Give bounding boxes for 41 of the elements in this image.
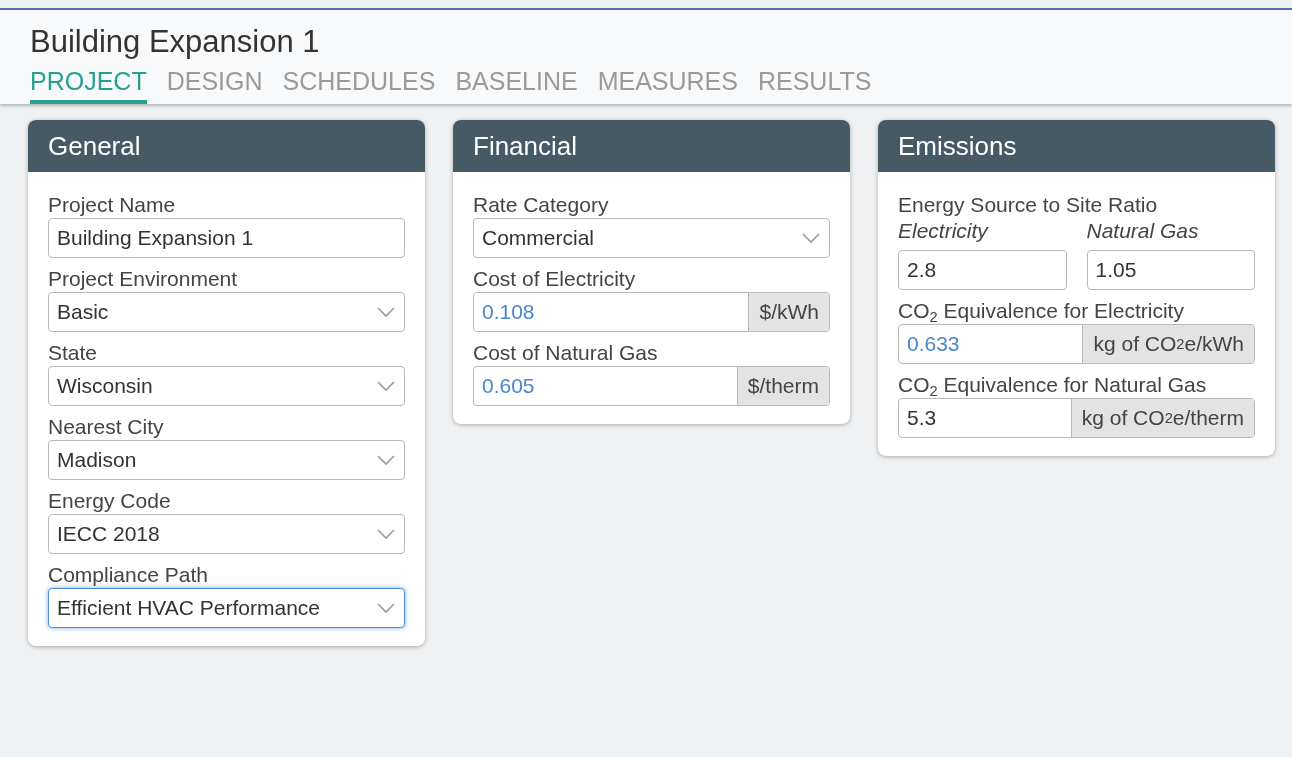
field-label: CO$_{2}$ Equivalence for Natural Gas <box>898 372 1208 398</box>
chevron-down-icon <box>376 454 396 466</box>
panel-title: Emissions <box>878 120 1275 172</box>
field-label: State <box>48 340 99 366</box>
field-label: Compliance Path <box>48 562 209 588</box>
number-field[interactable]: 0.108 $/kWh <box>473 292 830 332</box>
chevron-down-icon <box>376 528 396 540</box>
field-label: Energy Code <box>48 488 172 514</box>
chevron-down-icon <box>376 602 396 614</box>
project-title: Building Expansion 1 <box>30 24 321 60</box>
field-label: Energy Source to Site Ratio <box>898 192 1159 218</box>
select-field[interactable]: IECC 2018 <box>48 514 405 554</box>
field-label: Rate Category <box>473 192 610 218</box>
number-field[interactable]: 2.8 <box>898 250 1067 290</box>
field-label: Nearest City <box>48 414 165 440</box>
chevron-down-icon <box>376 380 396 392</box>
chevron-down-icon <box>376 306 396 318</box>
field-label: Cost of Electricity <box>473 266 637 292</box>
select-field[interactable]: Basic <box>48 292 405 332</box>
field-value: 5.3 <box>906 405 938 431</box>
sub-label: Electricity <box>898 218 990 244</box>
unit-label: $/kWh <box>748 293 829 331</box>
unit-label: $/therm <box>736 367 829 405</box>
field-value: 0.633 <box>906 331 961 357</box>
field-label: Project Environment <box>48 266 239 292</box>
select-field[interactable]: Efficient HVAC Performance <box>48 588 405 628</box>
text-field[interactable]: Building Expansion 1 <box>48 218 405 258</box>
number-field[interactable]: 1.05 <box>1086 250 1255 290</box>
panel-title: Financial <box>453 120 850 172</box>
sub-label: Natural Gas <box>1086 218 1200 244</box>
select-field[interactable]: Wisconsin <box>48 366 405 406</box>
field-value: 0.605 <box>481 373 536 399</box>
select-field[interactable]: Commercial <box>473 218 830 258</box>
panel-title: General <box>28 120 425 172</box>
field-label: Cost of Natural Gas <box>473 340 659 366</box>
select-field[interactable]: Madison <box>48 440 405 480</box>
field-label: CO$_{2}$ Equivalence for Electricity <box>898 298 1185 324</box>
field-value: 0.108 <box>481 299 536 325</box>
chevron-down-icon <box>801 232 821 244</box>
number-field[interactable]: 0.605 $/therm <box>473 366 830 406</box>
field-label: Project Name <box>48 192 177 218</box>
